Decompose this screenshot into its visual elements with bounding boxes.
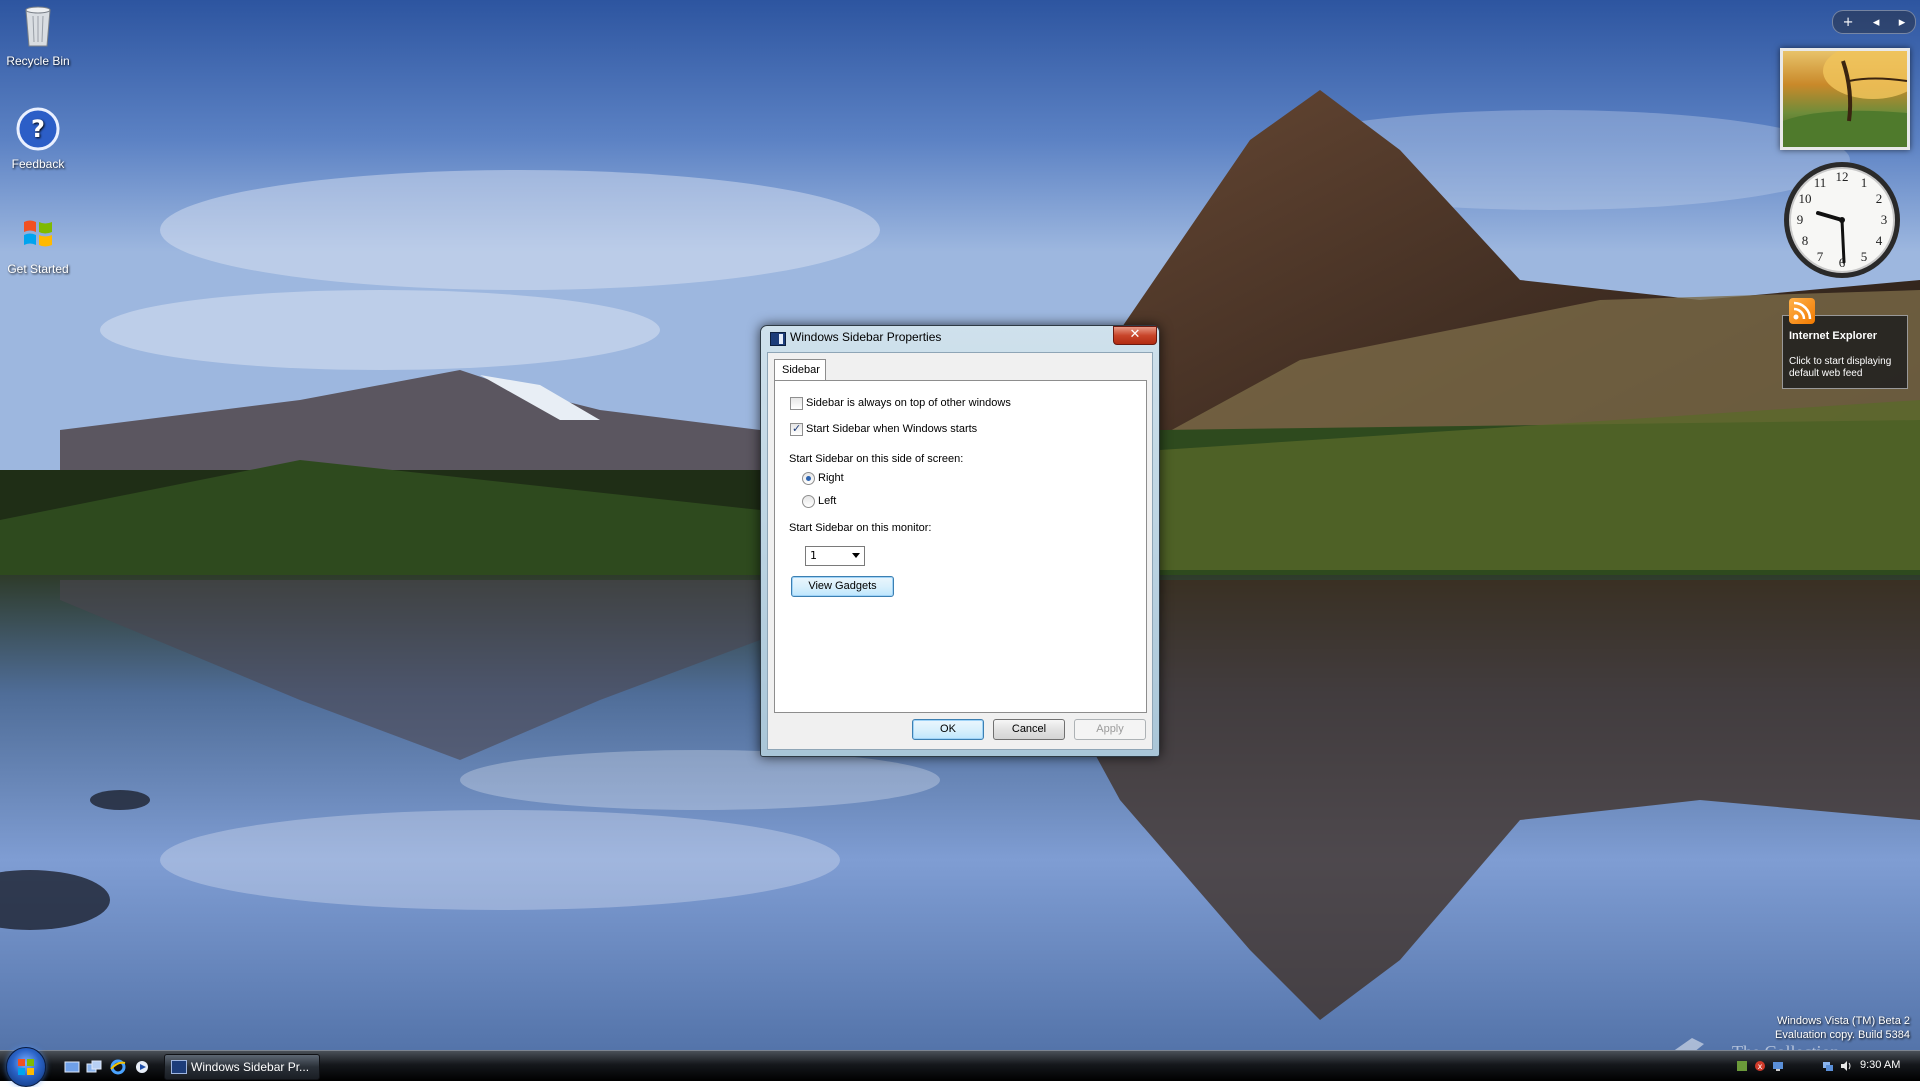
clock-gadget[interactable]: 12 1 2 345 678 9 10 11 [1780, 158, 1904, 282]
sidebar-tab-panel: Sidebar is always on top of other window… [774, 380, 1147, 713]
svg-text:1: 1 [1861, 175, 1868, 190]
taskbar-button-label: Windows Sidebar Pr... [191, 1060, 310, 1074]
taskbar: Windows Sidebar Pr... x 9:30 AM [0, 1047, 1920, 1087]
cancel-button[interactable]: Cancel [993, 719, 1065, 740]
side-left-label[interactable]: Left [818, 495, 836, 507]
recycle-bin-icon [14, 2, 62, 50]
start-button[interactable] [6, 1047, 46, 1087]
monitor-heading: Start Sidebar on this monitor: [789, 522, 932, 534]
add-gadget-button[interactable]: + [1843, 15, 1854, 30]
always-on-top-checkbox[interactable] [790, 397, 803, 410]
chevron-down-icon [852, 553, 860, 558]
slideshow-photo [1783, 51, 1907, 147]
next-page-button[interactable]: ▸ [1899, 15, 1906, 30]
sidebar-tray-icon[interactable] [1736, 1060, 1748, 1072]
monitor-select-value: 1 [810, 549, 817, 562]
apply-label: Apply [1096, 723, 1124, 735]
previous-page-button[interactable]: ◂ [1873, 15, 1880, 30]
close-button[interactable]: ✕ [1113, 326, 1157, 345]
start-with-windows-label[interactable]: Start Sidebar when Windows starts [806, 423, 977, 435]
desktop-icon-recycle-bin[interactable]: Recycle Bin [0, 2, 78, 68]
svg-text:9: 9 [1797, 212, 1804, 227]
side-left-radio[interactable] [802, 495, 815, 508]
feed-message[interactable]: Click to start displaying default web fe… [1789, 356, 1903, 380]
desktop-icon-label: Recycle Bin [6, 54, 70, 68]
view-gadgets-label: View Gadgets [808, 580, 877, 592]
svg-text:11: 11 [1814, 175, 1827, 190]
svg-text:2: 2 [1876, 191, 1883, 206]
desktop-icon-get-started[interactable]: Get Started [0, 210, 78, 276]
internet-explorer-icon[interactable] [110, 1059, 126, 1075]
always-on-top-label[interactable]: Sidebar is always on top of other window… [806, 397, 1011, 409]
sidebar-controls: + ◂ ▸ [1832, 10, 1916, 34]
ok-button[interactable]: OK [912, 719, 984, 740]
feed-title: Internet Explorer [1789, 330, 1878, 342]
security-alert-icon[interactable]: x [1754, 1060, 1766, 1072]
start-with-windows-checkbox[interactable] [790, 422, 803, 436]
switch-windows-icon[interactable] [86, 1059, 102, 1075]
svg-text:8: 8 [1802, 233, 1809, 248]
windows-logo-icon [18, 1059, 34, 1075]
watermark-line-1: Windows Vista (TM) Beta 2 [1776, 1015, 1910, 1027]
desktop-icon-feedback[interactable]: ? Feedback [0, 105, 78, 171]
windows-logo-icon [14, 210, 62, 258]
slideshow-gadget[interactable] [1780, 48, 1910, 150]
svg-text:5: 5 [1861, 249, 1868, 264]
sidebar-properties-dialog: Windows Sidebar Properties ✕ Sidebar Sid… [760, 325, 1160, 757]
svg-text:4: 4 [1876, 233, 1883, 248]
desktop-icon-label: Get Started [7, 262, 69, 276]
view-gadgets-button[interactable]: View Gadgets [791, 576, 894, 597]
network-status-icon[interactable] [1822, 1060, 1834, 1072]
svg-text:?: ? [31, 115, 45, 143]
tab-label: Sidebar [782, 364, 820, 376]
svg-text:7: 7 [1817, 249, 1824, 264]
side-heading: Start Sidebar on this side of screen: [789, 453, 964, 465]
taskbar-clock[interactable]: 9:30 AM [1860, 1059, 1900, 1071]
monitor-select[interactable]: 1 [805, 546, 865, 566]
taskbar-button-sidebar-properties[interactable]: Windows Sidebar Pr... [164, 1054, 320, 1080]
svg-text:3: 3 [1881, 212, 1888, 227]
ok-label: OK [940, 723, 956, 735]
close-icon: ✕ [1129, 327, 1141, 342]
tab-sidebar[interactable]: Sidebar [774, 359, 826, 381]
dialog-body: Sidebar Sidebar is always on top of othe… [767, 352, 1153, 750]
volume-icon[interactable] [1840, 1060, 1852, 1072]
dialog-titlebar[interactable]: Windows Sidebar Properties ✕ [761, 326, 1159, 350]
side-right-radio[interactable] [802, 472, 815, 485]
svg-text:10: 10 [1799, 191, 1812, 206]
svg-text:12: 12 [1836, 169, 1849, 184]
show-desktop-icon[interactable] [64, 1059, 80, 1075]
sidebar-app-icon [171, 1060, 187, 1074]
feed-headlines-gadget[interactable]: Internet Explorer Click to start display… [1782, 298, 1908, 389]
clock-face: 12 12 345 678 91011 [1784, 162, 1900, 278]
desktop-icon-label: Feedback [11, 157, 65, 171]
cancel-label: Cancel [1011, 723, 1047, 735]
side-right-label[interactable]: Right [818, 472, 844, 484]
network-icon[interactable] [1772, 1060, 1784, 1072]
help-icon: ? [14, 105, 62, 153]
rss-feed-icon [1789, 298, 1815, 324]
apply-button[interactable]: Apply [1074, 719, 1146, 740]
sidebar-app-icon [770, 332, 786, 346]
svg-text:x: x [1758, 1062, 1763, 1071]
dialog-title: Windows Sidebar Properties [790, 330, 942, 344]
media-player-icon[interactable] [134, 1059, 150, 1075]
